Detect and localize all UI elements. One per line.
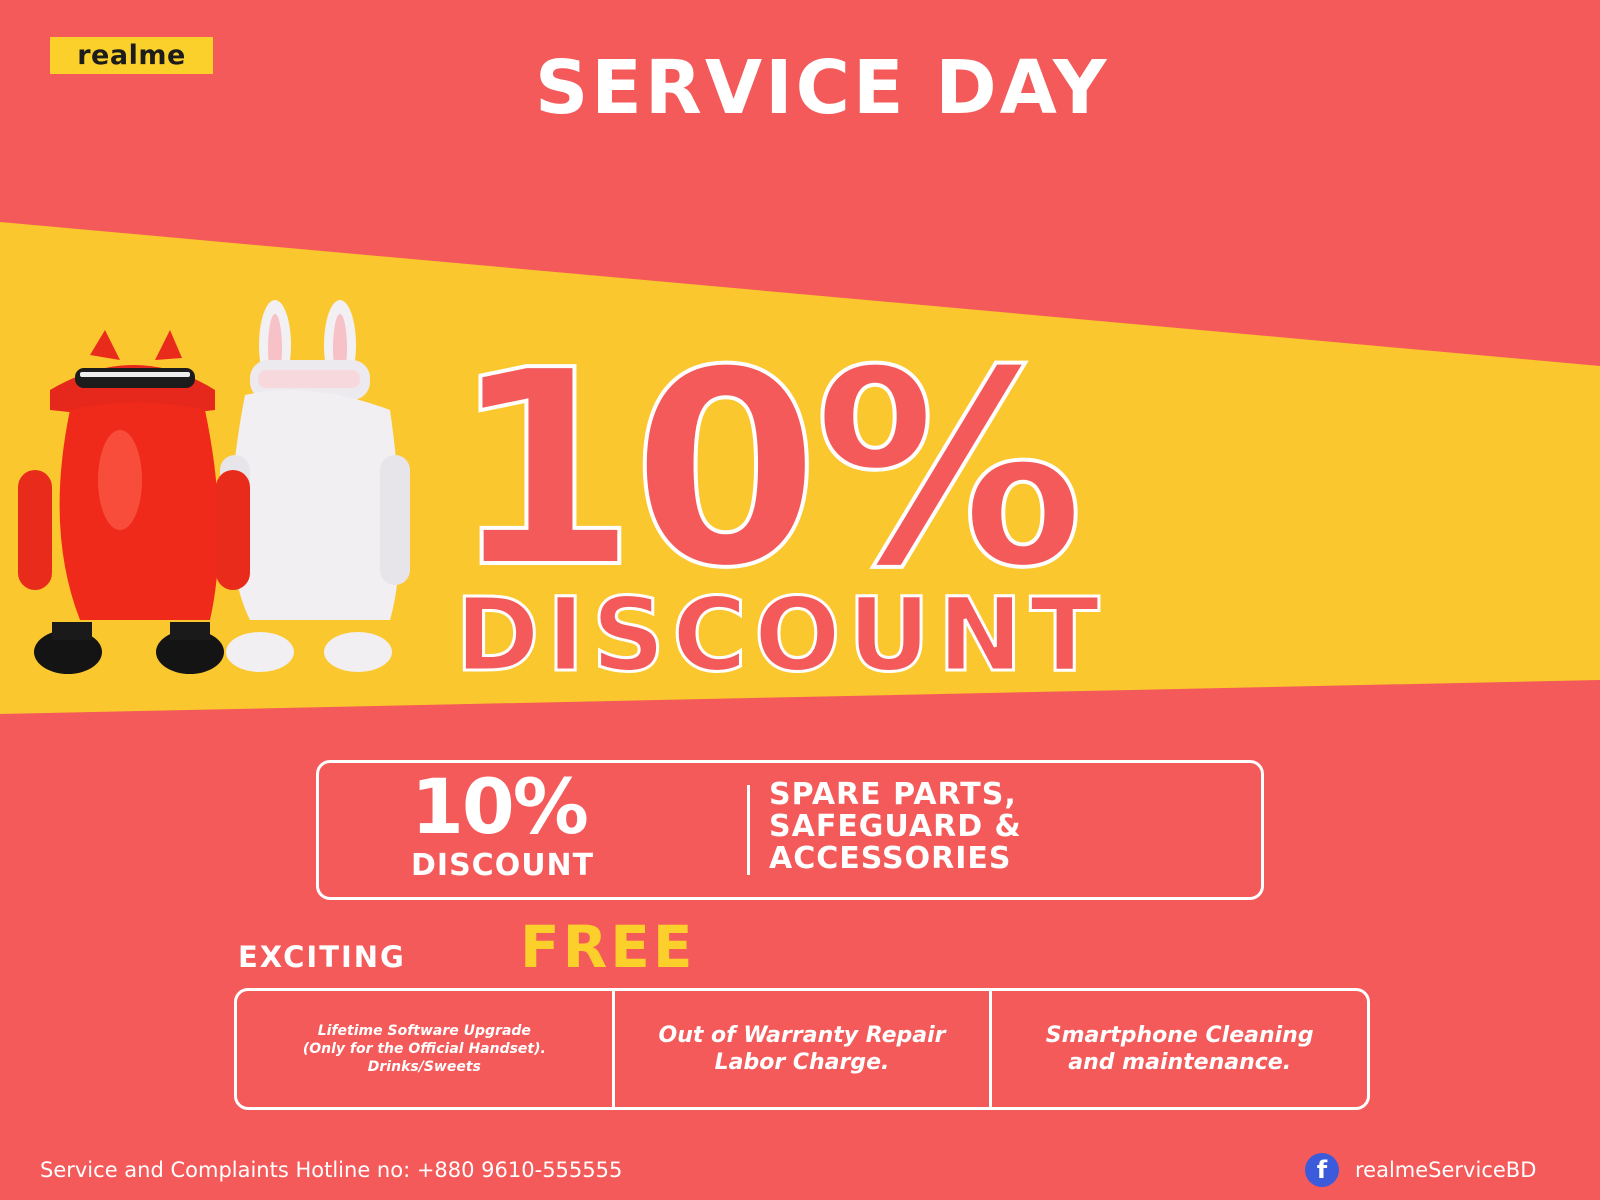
facebook-icon: f — [1305, 1153, 1339, 1187]
offer-items: SPARE PARTS, SAFEGUARD & ACCESSORIES — [769, 779, 1022, 875]
free-service-line: Labor Charge. — [714, 1050, 890, 1075]
free-service-line: Drinks/Sweets — [367, 1059, 481, 1075]
discount-offer-box: 10% DISCOUNT SPARE PARTS, SAFEGUARD & AC… — [316, 760, 1264, 900]
offer-divider — [747, 785, 750, 875]
free-section-prefix: EXCITING — [238, 940, 406, 974]
page-title: SERVICE DAY — [535, 45, 1110, 131]
offer-percent: 10% — [411, 762, 589, 851]
free-service-line: (Only for the Official Handset). — [302, 1041, 546, 1057]
free-section-highlight: FREE — [520, 913, 696, 981]
offer-discount-label: DISCOUNT — [411, 848, 595, 883]
free-service-line: and maintenance. — [1068, 1050, 1292, 1075]
hero-discount-percent: 10% — [448, 312, 1086, 627]
realme-logo: realme — [50, 37, 213, 74]
facebook-link[interactable]: f realmeServiceBD — [1305, 1152, 1536, 1188]
free-services-box: Lifetime Software Upgrade (Only for the … — [234, 988, 1370, 1110]
offer-item: SAFEGUARD & — [769, 809, 1022, 844]
offer-item: SPARE PARTS, — [769, 777, 1017, 812]
free-service-repair: Out of Warranty Repair Labor Charge. — [611, 991, 990, 1107]
facebook-handle[interactable]: realmeServiceBD — [1355, 1158, 1536, 1182]
free-service-line: Smartphone Cleaning — [1045, 1023, 1314, 1048]
free-service-cleaning: Smartphone Cleaning and maintenance. — [989, 991, 1367, 1107]
cat-mascot — [18, 330, 250, 674]
free-service-software: Lifetime Software Upgrade (Only for the … — [237, 991, 612, 1107]
hero-discount-label: DISCOUNT — [453, 576, 1107, 695]
hotline-text: Service and Complaints Hotline no: +880 … — [40, 1158, 623, 1182]
free-service-line: Lifetime Software Upgrade — [317, 1023, 531, 1039]
offer-item: ACCESSORIES — [769, 841, 1012, 876]
mascot-figures — [18, 300, 410, 674]
free-service-line: Out of Warranty Repair — [658, 1023, 946, 1048]
